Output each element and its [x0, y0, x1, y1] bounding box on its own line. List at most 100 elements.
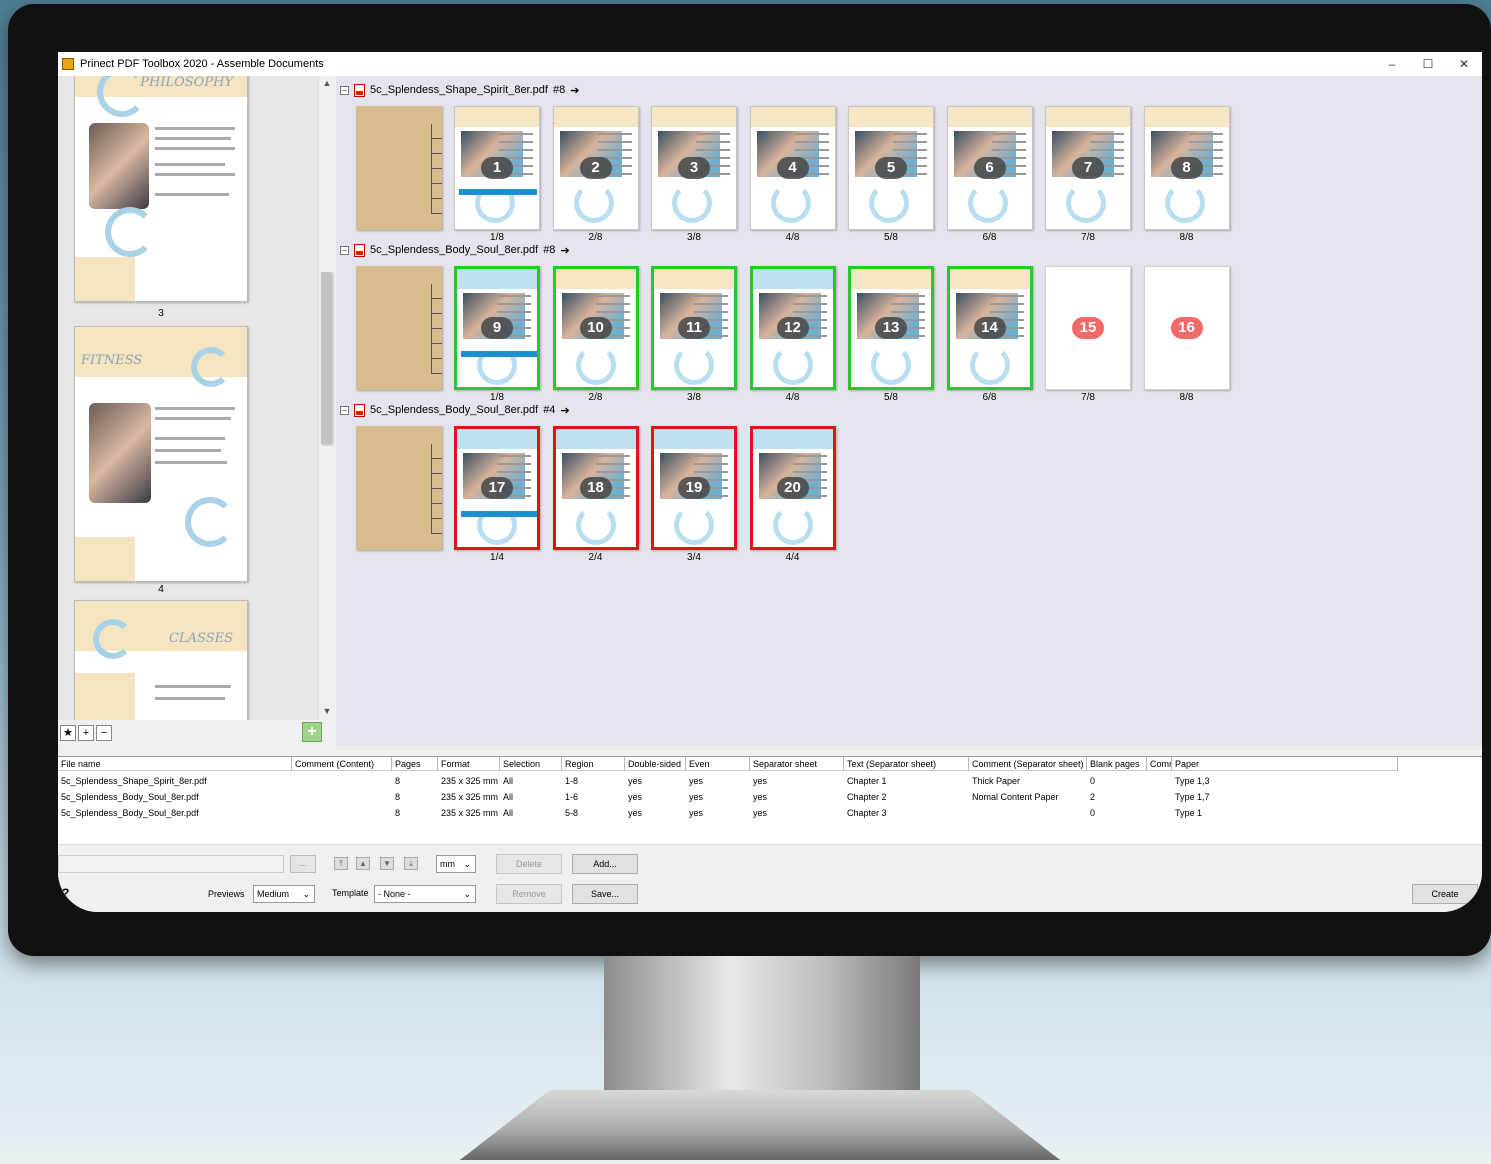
table-row[interactable]: 5c_Splendess_Body_Soul_8er.pdf 8 235 x 325…: [58, 790, 1482, 805]
arrow-right-icon[interactable]: ➔: [560, 404, 569, 417]
documents-table[interactable]: File name Comment (Content) Pages Format Sel…: [58, 756, 1482, 844]
scroll-up-icon[interactable]: ▲: [321, 78, 333, 88]
page-number-badge: 16: [1170, 317, 1203, 339]
scroll-thumb[interactable]: [321, 272, 332, 444]
close-button[interactable]: ✕: [1446, 52, 1482, 76]
create-button[interactable]: Create: [1412, 884, 1478, 904]
collapse-icon[interactable]: −: [340, 85, 349, 95]
collapse-icon[interactable]: −: [340, 405, 349, 415]
separator-sheet[interactable]: [356, 426, 442, 550]
move-bottom-button[interactable]: ⤓: [404, 857, 418, 870]
star-button[interactable]: ★: [60, 725, 76, 741]
thumbnail-text-line: [497, 311, 531, 313]
thumbnail-text-line: [794, 149, 829, 151]
preview-page[interactable]: FITNESS: [74, 326, 248, 582]
thumbnail-text-line: [595, 463, 630, 465]
column-header[interactable]: Text (Separator sheet): [844, 757, 969, 771]
thumbnail-text-line: [891, 311, 925, 313]
remove-button[interactable]: Remove: [496, 884, 562, 904]
move-up-button[interactable]: ▲: [356, 857, 370, 870]
arrow-right-icon[interactable]: ➔: [560, 244, 569, 257]
save-button[interactable]: Save...: [572, 884, 638, 904]
page-thumbnail[interactable]: 3: [651, 106, 737, 230]
path-input[interactable]: [58, 855, 284, 873]
column-header[interactable]: Region: [562, 757, 625, 771]
text-line: [155, 407, 235, 410]
column-header[interactable]: Selection: [500, 757, 562, 771]
preview-scrollbar[interactable]: ▲ ▼: [318, 76, 334, 720]
page-thumbnail[interactable]: 2: [552, 106, 639, 230]
page-thumbnail[interactable]: 12: [749, 266, 836, 390]
page-thumbnail[interactable]: 11: [651, 266, 737, 390]
thumbnail-header: [849, 107, 933, 127]
browse-button[interactable]: ...: [290, 855, 316, 873]
unit-select[interactable]: mm ⌄: [436, 855, 476, 873]
help-icon[interactable]: ?: [62, 886, 72, 900]
separator-sheet[interactable]: [356, 266, 442, 390]
template-select[interactable]: - None - ⌄: [374, 885, 476, 903]
preview-page[interactable]: PHILOSOPHY: [74, 76, 248, 302]
thumbnail-text-line: [989, 295, 1024, 297]
move-top-button[interactable]: ⤒: [334, 857, 348, 870]
page-thumbnail[interactable]: 16: [1143, 266, 1230, 390]
document-row[interactable]: − 5c_Splendess_Body_Soul_8er.pdf #4 ➔ 17 1/4 1…: [336, 398, 1482, 563]
page-thumbnail[interactable]: 13: [848, 266, 934, 390]
column-header[interactable]: Separator sheet: [750, 757, 844, 771]
assembly-pane[interactable]: − 5c_Splendess_Shape_Spirit_8er.pdf #8 ➔ 1 1/…: [336, 76, 1482, 746]
arrow-right-icon[interactable]: ➔: [570, 84, 579, 97]
page-thumbnail[interactable]: 18: [552, 426, 639, 550]
page-thumbnail[interactable]: 9: [454, 266, 540, 390]
thumbnail-text-line: [792, 455, 827, 457]
move-down-button[interactable]: ▼: [380, 857, 394, 870]
add-button[interactable]: Add...: [572, 854, 638, 874]
previews-select[interactable]: Medium ⌄: [253, 885, 315, 903]
thumbnail-header: [750, 107, 835, 127]
page-thumbnail[interactable]: 6: [946, 106, 1033, 230]
column-header[interactable]: Comm: [1147, 757, 1172, 771]
page-thumbnail[interactable]: 7: [1045, 106, 1131, 230]
maximize-button[interactable]: ☐: [1410, 52, 1446, 76]
table-cell: 235 x 325 mm: [441, 776, 499, 786]
zoom-out-button[interactable]: −: [96, 725, 112, 741]
minimize-button[interactable]: –: [1374, 52, 1410, 76]
column-header[interactable]: File name: [58, 757, 292, 771]
thumbnail-text-line: [891, 303, 925, 305]
table-row[interactable]: 5c_Splendess_Shape_Spirit_8er.pdf 8 235 x …: [58, 774, 1482, 789]
page-preview-pane[interactable]: PHILOSOPHY 3 FITNESS 4 CLASSES: [58, 76, 320, 720]
thumbnail-header: [457, 429, 537, 449]
column-header[interactable]: Paper: [1172, 757, 1398, 771]
column-header[interactable]: Double-sided: [625, 757, 686, 771]
page-thumbnail[interactable]: 19: [651, 426, 737, 550]
page-thumbnail[interactable]: 8: [1143, 106, 1230, 230]
separator-sheet[interactable]: [356, 106, 442, 230]
column-header[interactable]: Comment (Content): [292, 757, 392, 771]
thumbnail-text-line: [597, 141, 632, 143]
table-cell: 8: [395, 776, 401, 786]
add-page-button[interactable]: +: [302, 722, 322, 742]
page-thumbnail[interactable]: 10: [552, 266, 639, 390]
column-header[interactable]: Even: [686, 757, 750, 771]
zoom-in-button[interactable]: +: [78, 725, 94, 741]
page-thumbnail[interactable]: 15: [1045, 266, 1131, 390]
table-row[interactable]: 5c_Splendess_Body_Soul_8er.pdf 8 235 x 325…: [58, 806, 1482, 821]
page-thumbnail[interactable]: 17: [454, 426, 540, 550]
column-header[interactable]: Comment (Separator sheet): [969, 757, 1087, 771]
page-thumbnail[interactable]: 14: [946, 266, 1033, 390]
delete-button[interactable]: Delete: [496, 854, 562, 874]
page-thumbnail[interactable]: 20: [749, 426, 836, 550]
page-thumbnail[interactable]: 1: [454, 106, 540, 230]
thumbnail-text-line: [792, 295, 827, 297]
document-row[interactable]: −5c_Splendess_Shape_Spirit_8er.pdf #8 ➔ 1 1/…: [336, 78, 1482, 243]
page-thumbnail[interactable]: 5: [848, 106, 934, 230]
thumbnail-text-line: [696, 149, 730, 151]
page-thumbnail[interactable]: 4: [749, 106, 836, 230]
scroll-down-icon[interactable]: ▼: [321, 706, 333, 716]
column-header[interactable]: Blank pages: [1087, 757, 1147, 771]
preview-page[interactable]: CLASSES: [74, 600, 248, 720]
table-cell: yes: [753, 792, 768, 802]
document-row[interactable]: −5c_Splendess_Body_Soul_8er.pdf #8 ➔ 9 1/8 10…: [336, 238, 1482, 403]
column-header[interactable]: Pages: [392, 757, 438, 771]
column-header[interactable]: Format: [438, 757, 500, 771]
collapse-icon[interactable]: −: [340, 245, 349, 255]
thumbnail-text-line: [1090, 133, 1124, 135]
